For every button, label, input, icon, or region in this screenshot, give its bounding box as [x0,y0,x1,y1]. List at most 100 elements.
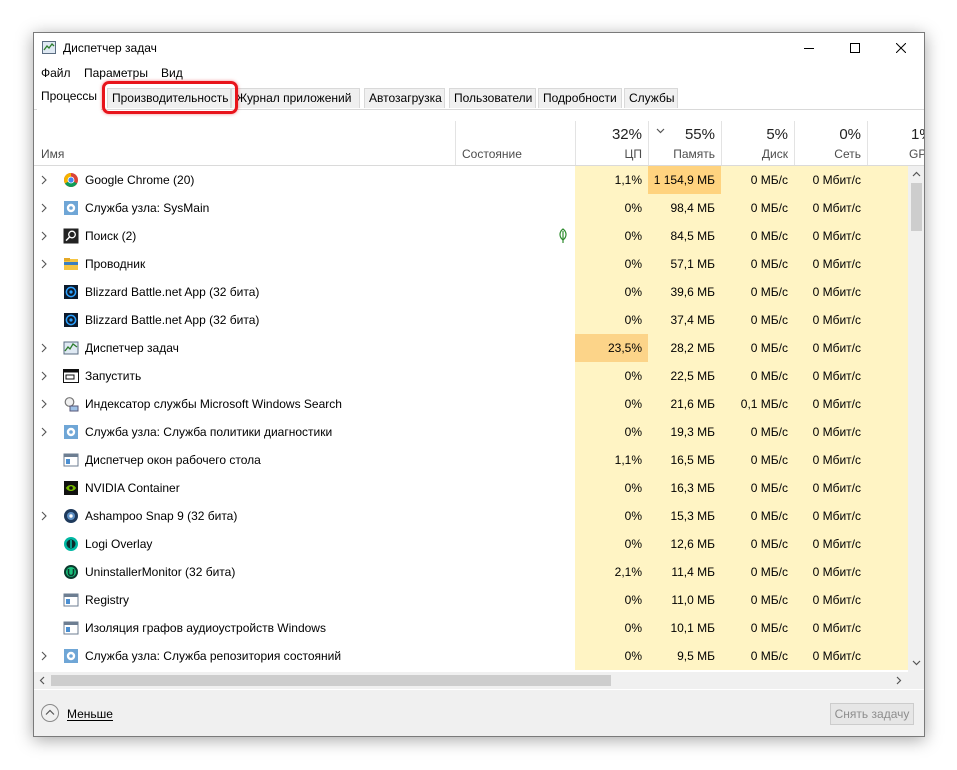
chevron-right-icon[interactable] [41,427,47,437]
tab-processes[interactable]: Процессы [37,87,102,110]
service-gear-icon [63,648,79,664]
process-row[interactable]: Диспетчер задач 23,5% 28,2 МБ 0 МБ/с 0 Мбит/… [34,334,908,362]
process-row[interactable]: Служба узла: Служба политики диагностики… [34,418,908,446]
cpu-cell: 0% [575,614,648,642]
process-row[interactable]: Google Chrome (20) 1,1% 1 154,9 МБ 0 МБ/с 0 … [34,166,908,194]
column-name[interactable]: Имя [34,121,455,165]
chevron-right-icon[interactable] [41,343,47,353]
tab-app-history[interactable]: Журнал приложений [231,88,360,108]
gpu-cell [867,418,908,446]
chevron-right-icon[interactable] [41,259,47,269]
minimize-button[interactable] [786,33,832,63]
memory-cell: 98,4 МБ [648,194,721,222]
task-manager-icon [63,340,79,356]
maximize-icon [850,43,860,53]
network-cell: 0 Мбит/с [794,278,867,306]
title-bar[interactable]: Диспетчер задач [34,33,924,63]
end-task-button[interactable]: Снять задачу [830,703,914,725]
tab-users[interactable]: Пользователи [449,88,536,108]
network-cell: 0 Мбит/с [794,418,867,446]
disk-cell: 0 МБ/с [721,586,794,614]
process-row[interactable]: Registry 0% 11,0 МБ 0 МБ/с 0 Мбит/с [34,586,908,614]
network-cell: 0 Мбит/с [794,362,867,390]
memory-cell: 10,1 МБ [648,614,721,642]
scroll-up-icon[interactable] [912,171,921,177]
cpu-cell: 0% [575,530,648,558]
process-row[interactable]: Диспетчер окон рабочего стола 1,1% 16,5 МБ… [34,446,908,474]
maximize-button[interactable] [832,33,878,63]
close-button[interactable] [878,33,924,63]
tab-services[interactable]: Службы [624,88,678,108]
memory-cell: 39,6 МБ [648,278,721,306]
gpu-cell [867,362,908,390]
disk-cell: 0 МБ/с [721,278,794,306]
scroll-right-icon[interactable] [896,676,902,685]
cpu-cell: 23,5% [575,334,648,362]
column-header: Имя Состояние 32% ЦП 55% Память 5% Диск … [34,121,925,166]
chevron-right-icon[interactable] [41,371,47,381]
chevron-right-icon[interactable] [41,399,47,409]
process-row[interactable]: Проводник 0% 57,1 МБ 0 МБ/с 0 Мбит/с [34,250,908,278]
horizontal-scrollbar[interactable] [34,672,908,689]
gpu-cell [867,474,908,502]
chevron-right-icon[interactable] [41,203,47,213]
cpu-cell: 1,1% [575,446,648,474]
network-cell: 0 Мбит/с [794,334,867,362]
chevron-right-icon[interactable] [41,511,47,521]
disk-cell: 0 МБ/с [721,222,794,250]
process-row[interactable]: Изоляция графов аудиоустройств Windows 0%… [34,614,908,642]
process-row[interactable]: Индексатор службы Microsoft Windows Sear… [34,390,908,418]
column-gpu[interactable]: 1% GP [867,121,925,165]
process-row[interactable]: Служба узла: Служба репозитория состояни… [34,642,908,670]
process-row[interactable]: Запустить 0% 22,5 МБ 0 МБ/с 0 Мбит/с [34,362,908,390]
menu-file[interactable]: Файл [41,66,71,80]
logi-icon [63,536,79,552]
vertical-scrollbar[interactable] [908,166,924,672]
disk-cell: 0,1 МБ/с [721,390,794,418]
vertical-scroll-thumb[interactable] [911,183,922,231]
gpu-cell [867,306,908,334]
column-status[interactable]: Состояние [455,121,575,165]
memory-cell: 11,4 МБ [648,558,721,586]
process-row[interactable]: UninstallerMonitor (32 бита) 2,1% 11,4 МБ 0… [34,558,908,586]
process-row[interactable]: Служба узла: SysMain 0% 98,4 МБ 0 МБ/с 0 Мби… [34,194,908,222]
column-disk[interactable]: 5% Диск [721,121,794,165]
cpu-cell: 0% [575,418,648,446]
minimize-icon [804,48,814,49]
process-row[interactable]: Поиск (2) 0% 84,5 МБ 0 МБ/с 0 Мбит/с [34,222,908,250]
process-row[interactable]: Logi Overlay 0% 12,6 МБ 0 МБ/с 0 Мбит/с [34,530,908,558]
cpu-cell: 0% [575,250,648,278]
tab-details[interactable]: Подробности [538,88,622,108]
column-name-label: Имя [41,147,65,161]
column-network[interactable]: 0% Сеть [794,121,867,165]
process-row[interactable]: Ashampoo Snap 9 (32 бита) 0% 15,3 МБ 0 МБ/с… [34,502,908,530]
tab-startup[interactable]: Автозагрузка [364,88,445,108]
chevron-right-icon[interactable] [41,175,47,185]
cpu-cell: 0% [575,642,648,670]
column-cpu[interactable]: 32% ЦП [575,121,648,165]
window-app-icon [63,592,79,608]
process-name: Служба узла: Служба репозитория состояни… [85,649,342,663]
service-gear-icon [63,424,79,440]
network-cell: 0 Мбит/с [794,446,867,474]
gpu-total-percent: 1% [911,126,924,143]
gpu-label: GP [909,147,925,161]
chevron-right-icon[interactable] [41,231,47,241]
search-icon [63,228,79,244]
process-row[interactable]: Blizzard Battle.net App (32 бита) 0% 39,6 … [34,278,908,306]
scroll-left-icon[interactable] [39,676,45,685]
folder-icon [63,256,79,272]
suspended-leaf-icon [559,228,567,243]
scroll-down-icon[interactable] [912,660,921,666]
process-name: Запустить [85,369,142,383]
horizontal-scroll-thumb[interactable] [51,675,611,686]
performance-tab-highlight [102,81,238,114]
menu-view[interactable]: Вид [161,66,183,80]
chevron-right-icon[interactable] [41,651,47,661]
menu-options[interactable]: Параметры [84,66,148,80]
nvidia-icon [63,480,79,496]
memory-cell: 19,3 МБ [648,418,721,446]
process-row[interactable]: NVIDIA Container 0% 16,3 МБ 0 МБ/с 0 Мбит/с [34,474,908,502]
process-row[interactable]: Blizzard Battle.net App (32 бита) 0% 37,4 … [34,306,908,334]
column-memory[interactable]: 55% Память [648,121,721,165]
